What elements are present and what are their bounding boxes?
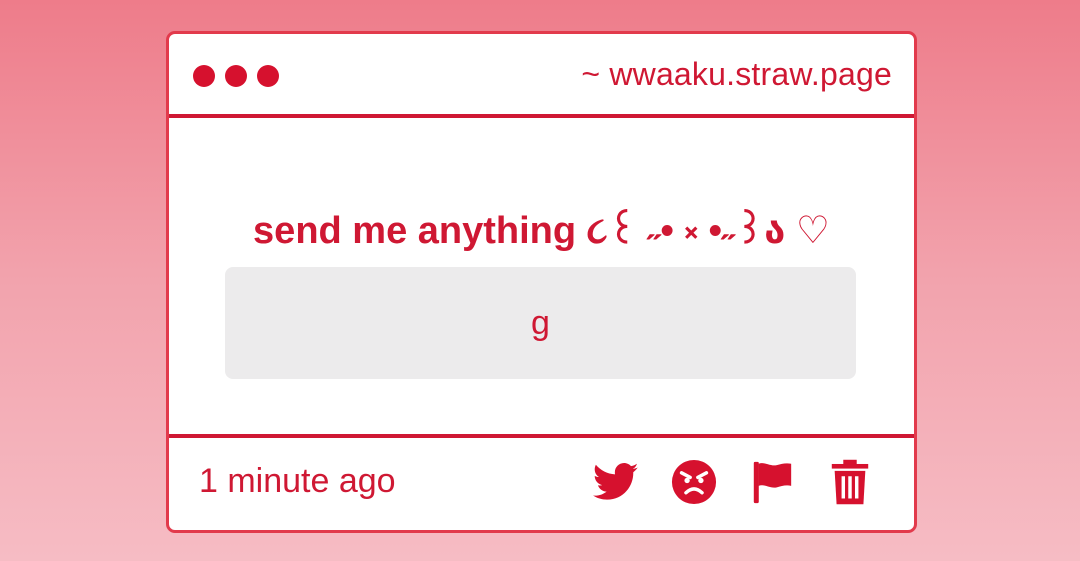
page-url: ~ wwaaku.straw.page: [581, 56, 892, 92]
window-dot-1[interactable]: [193, 65, 215, 87]
report-button[interactable]: [748, 458, 796, 506]
window-controls: [193, 65, 279, 87]
card-footer: 1 minute ago: [169, 434, 914, 530]
timestamp: 1 minute ago: [199, 462, 396, 500]
message-box: g: [225, 267, 856, 379]
delete-button[interactable]: [826, 458, 874, 506]
react-angry-button[interactable]: [670, 458, 718, 506]
angry-face-icon: [671, 459, 717, 505]
window-dot-3[interactable]: [257, 65, 279, 87]
twitter-share-button[interactable]: [592, 458, 640, 506]
title-bar: ~ wwaaku.straw.page: [169, 34, 914, 118]
trash-icon: [831, 459, 869, 505]
action-bar: [592, 458, 874, 506]
window-dot-2[interactable]: [225, 65, 247, 87]
message-text: g: [531, 303, 550, 342]
message-card: send me anything ૮꒰ ˶• ༝ •˶꒱ა ♡ g: [169, 118, 914, 434]
twitter-icon: [593, 463, 639, 500]
browser-window: ~ wwaaku.straw.page send me anything ૮꒰ …: [166, 31, 917, 533]
flag-icon: [753, 461, 792, 504]
